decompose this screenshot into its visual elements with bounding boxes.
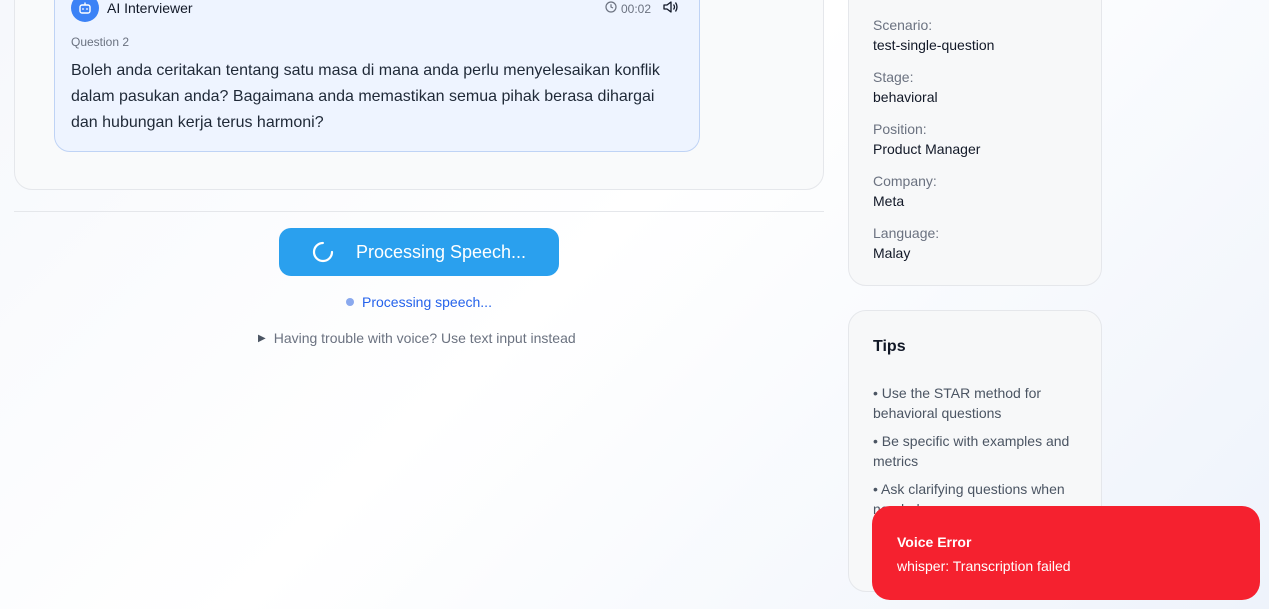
tips-title: Tips [873, 338, 906, 355]
info-label: Position: [873, 121, 927, 137]
toast-message: whisper: Transcription failed [897, 558, 1071, 574]
timer: 00:02 [605, 0, 679, 17]
info-label: Scenario: [873, 17, 933, 33]
interviewer-name: AI Interviewer [107, 0, 193, 16]
message-header: AI Interviewer [71, 0, 193, 22]
info-value: Malay [873, 245, 911, 261]
info-value: Meta [873, 193, 905, 209]
interview-panel: AI Interviewer 00:02 Question 2 Boleh an… [14, 0, 824, 190]
status-dot [346, 298, 354, 306]
spinner-icon [312, 241, 334, 263]
info-label: Stage: [873, 69, 914, 85]
info-label: Company: [873, 173, 937, 189]
record-button[interactable]: Processing Speech... [279, 228, 559, 276]
info-stage: Stage: behavioral [873, 68, 938, 106]
speaker-icon[interactable] [663, 0, 679, 17]
record-button-label: Processing Speech... [355, 241, 527, 262]
info-label: Language: [873, 225, 940, 241]
interviewer-message: AI Interviewer 00:02 Question 2 Boleh an… [54, 0, 700, 152]
text-input-toggle[interactable]: ▶ Having trouble with voice? Use text in… [258, 330, 576, 346]
processing-status: Processing speech... [346, 294, 492, 310]
info-language: Language: Malay [873, 224, 939, 262]
expand-triangle-icon: ▶ [258, 332, 266, 344]
tip-item: • Use the STAR method for behavioral que… [873, 385, 1042, 421]
divider [14, 211, 824, 212]
toast-title: Voice Error [897, 534, 972, 550]
info-value: Product Manager [873, 141, 981, 157]
timer-value: 00:02 [620, 1, 651, 16]
info-value: behavioral [873, 89, 938, 105]
info-scenario: Scenario: test-single-question [873, 16, 994, 54]
session-info-card: Scenario: test-single-question Stage: be… [848, 0, 1102, 286]
clock-icon [605, 1, 617, 16]
bot-icon [71, 0, 99, 22]
info-position: Position: Product Manager [873, 120, 980, 158]
status-text: Processing speech... [362, 294, 492, 310]
info-company: Company: Meta [873, 172, 937, 210]
question-number: Question 2 [71, 35, 130, 49]
error-toast[interactable]: Voice Error whisper: Transcription faile… [872, 506, 1260, 600]
text-input-toggle-label: Having trouble with voice? Use text inpu… [273, 330, 576, 346]
tip-item: • Be specific with examples and metrics [873, 433, 1070, 469]
info-value: test-single-question [873, 37, 995, 53]
question-text: Boleh anda ceritakan tentang satu masa d… [71, 62, 660, 131]
